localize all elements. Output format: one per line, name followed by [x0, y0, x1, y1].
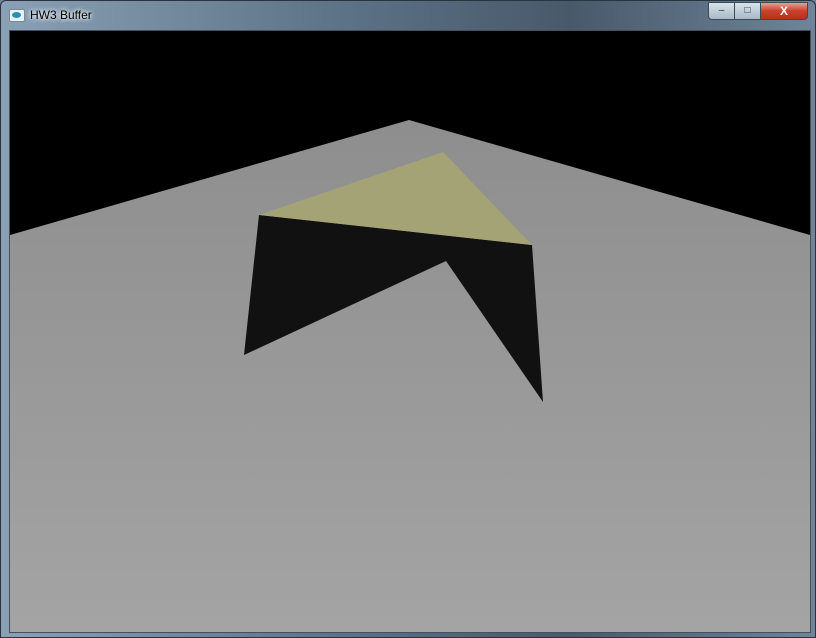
render-canvas[interactable]: [9, 30, 811, 633]
window-title: HW3 Buffer: [30, 8, 92, 22]
app-window-icon: [9, 9, 25, 22]
application-window: HW3 Buffer – □ X: [0, 0, 816, 638]
minimize-button[interactable]: –: [708, 2, 735, 20]
scene-svg: [10, 120, 810, 632]
title-bar[interactable]: HW3 Buffer – □ X: [1, 1, 816, 29]
close-button[interactable]: X: [760, 2, 808, 20]
maximize-button[interactable]: □: [734, 2, 761, 20]
